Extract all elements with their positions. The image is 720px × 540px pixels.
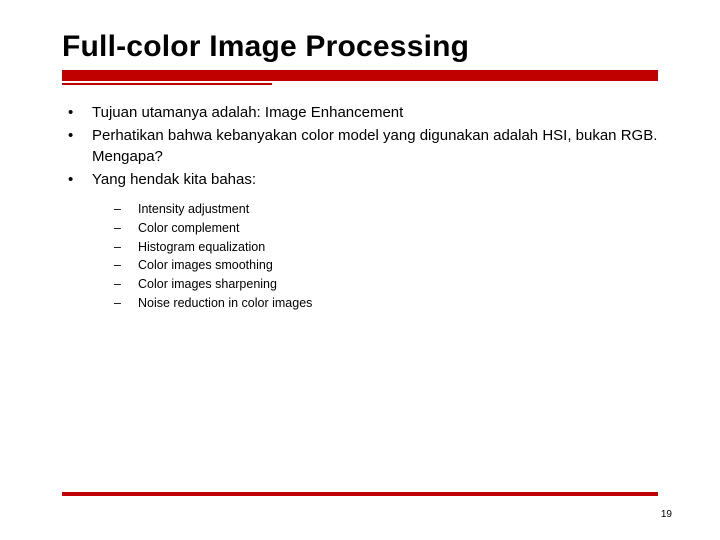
sub-bullet-text: Color images sharpening (138, 275, 277, 294)
dash-icon: – (108, 200, 138, 219)
sub-bullet-text: Color complement (138, 219, 239, 238)
bullet-icon: • (62, 170, 92, 190)
bullet-text: Tujuan utamanya adalah: Image Enhancemen… (92, 103, 660, 123)
bullet-text: Perhatikan bahwa kebanyakan color model … (92, 126, 660, 167)
dash-icon: – (108, 275, 138, 294)
dash-icon: – (108, 219, 138, 238)
dash-icon: – (108, 238, 138, 257)
slide-title: Full-color Image Processing (62, 30, 720, 64)
bullet-text: Yang hendak kita bahas: (92, 170, 660, 190)
dash-icon: – (108, 294, 138, 313)
sub-bullet-item: – Histogram equalization (108, 238, 660, 257)
bullet-icon: • (62, 103, 92, 123)
bullet-item: • Perhatikan bahwa kebanyakan color mode… (62, 126, 660, 167)
sub-bullet-item: – Color images sharpening (108, 275, 660, 294)
sub-bullet-list: – Intensity adjustment – Color complemen… (108, 200, 660, 313)
footer-rule (62, 492, 658, 496)
sub-bullet-text: Histogram equalization (138, 238, 265, 257)
title-wrap: Full-color Image Processing (0, 0, 720, 64)
slide-body: • Tujuan utamanya adalah: Image Enhancem… (0, 85, 720, 313)
page-number: 19 (661, 509, 672, 520)
bullet-item: • Yang hendak kita bahas: (62, 170, 660, 190)
sub-bullet-item: – Color complement (108, 219, 660, 238)
slide: Full-color Image Processing • Tujuan uta… (0, 0, 720, 540)
bullet-item: • Tujuan utamanya adalah: Image Enhancem… (62, 103, 660, 123)
sub-bullet-item: – Color images smoothing (108, 256, 660, 275)
sub-bullet-text: Color images smoothing (138, 256, 273, 275)
sub-bullet-item: – Intensity adjustment (108, 200, 660, 219)
rule-thick (62, 70, 658, 81)
sub-bullet-text: Noise reduction in color images (138, 294, 312, 313)
title-underline (0, 70, 720, 85)
sub-bullet-text: Intensity adjustment (138, 200, 249, 219)
sub-bullet-item: – Noise reduction in color images (108, 294, 660, 313)
bullet-list: • Tujuan utamanya adalah: Image Enhancem… (62, 103, 660, 190)
dash-icon: – (108, 256, 138, 275)
bullet-icon: • (62, 126, 92, 146)
